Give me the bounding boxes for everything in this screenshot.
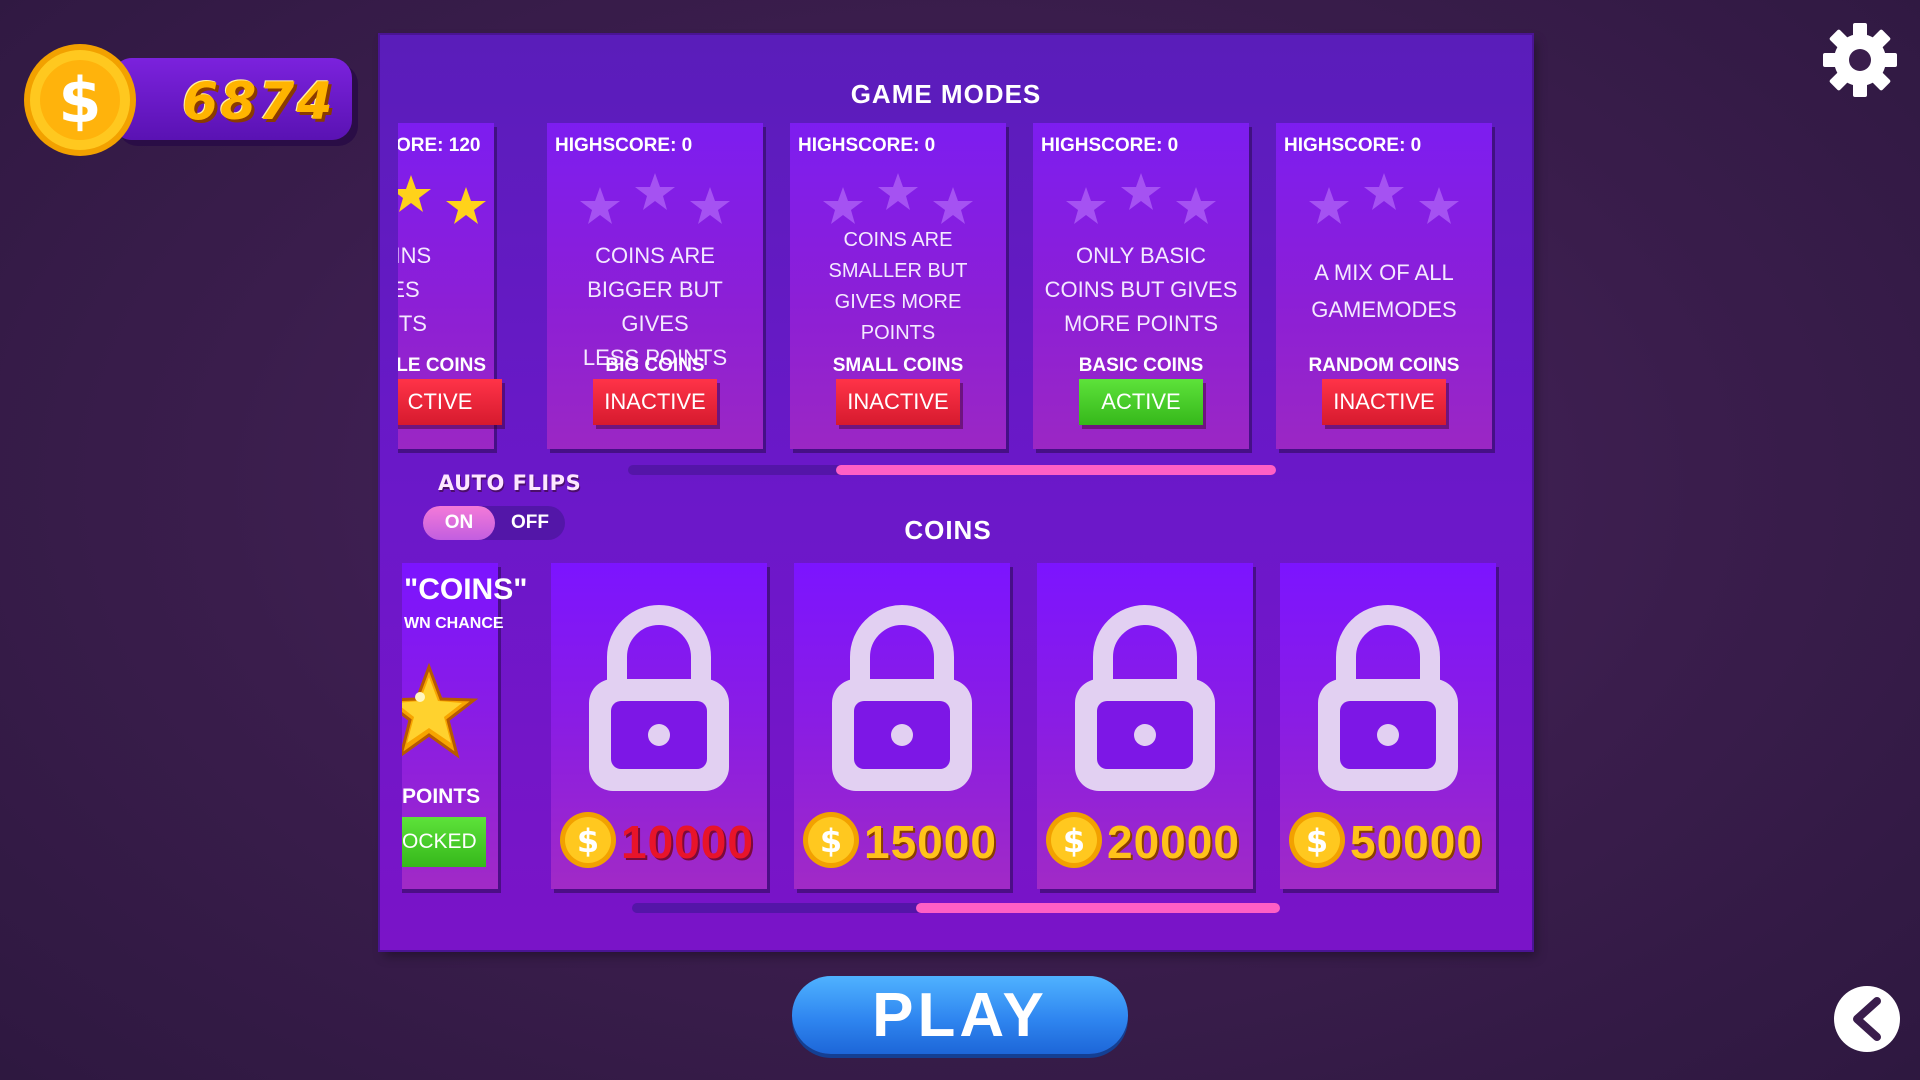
star-icon <box>635 173 675 210</box>
highscore-label: ORE: 120 <box>398 135 481 156</box>
mode-card-random-coins: HIGHSCORE: 0 A MIX OF ALL GAMEMODES RAND… <box>1276 123 1492 449</box>
balance-amount: 6874 <box>182 72 335 132</box>
coins-carousel[interactable]: "COINS" WN CHANCE POINTS OCKED $ 10000 $… <box>402 563 1522 899</box>
dollar-coin-icon: $ <box>24 44 136 156</box>
mode-name: LE COINS <box>398 355 486 376</box>
mode-description: COINS ARE SMALLER BUT GIVES MORE POINTS <box>828 229 968 344</box>
mode-toggle-button[interactable]: INACTIVE <box>593 379 717 425</box>
play-button[interactable]: PLAY <box>792 976 1128 1054</box>
star-rating <box>398 175 486 224</box>
coin-card-locked[interactable]: $ 10000 <box>551 563 767 889</box>
mode-description: ONLY BASIC COINS BUT GIVES MORE POINTS <box>1044 243 1238 336</box>
gear-icon[interactable] <box>1822 22 1898 98</box>
chevron-left-icon <box>1853 997 1881 1041</box>
mode-card-big-coins: HIGHSCORE: 0 COINS ARE BIGGER BUT GIVES … <box>547 123 763 449</box>
mode-name: SMALL COINS <box>832 355 964 376</box>
mode-toggle-button[interactable]: ACTIVE <box>1079 379 1203 425</box>
coins-title: COINS <box>904 515 992 545</box>
star-icon <box>1121 173 1161 210</box>
toggle-on-option[interactable]: ON <box>423 506 495 540</box>
mode-card-multiple-coins: ORE: 120 X COINS GIVES POINTS LE COINS C… <box>398 123 502 449</box>
star-rating <box>1309 173 1459 224</box>
star-icon <box>933 187 973 224</box>
unlocked-button[interactable]: OCKED <box>402 817 486 867</box>
unlock-price: 10000 <box>621 816 754 868</box>
coins-scrollbar[interactable] <box>632 903 1280 913</box>
svg-text:$: $ <box>820 822 842 860</box>
mode-toggle-button[interactable]: CTIVE <box>398 379 502 425</box>
star-rating <box>1066 173 1216 224</box>
unlock-price: 15000 <box>864 816 997 868</box>
coin-card-points: POINTS <box>402 785 481 808</box>
game-modes-title: GAME MODES <box>850 79 1042 109</box>
game-modes-scrollbar[interactable] <box>628 465 1276 475</box>
svg-text:$: $ <box>577 822 599 860</box>
mode-card-small-coins: HIGHSCORE: 0 COINS ARE SMALLER BUT GIVES… <box>790 123 1006 449</box>
dollar-coin-icon: $ <box>1289 812 1345 868</box>
dollar-coin-icon: $ <box>560 812 616 868</box>
star-rating <box>580 173 730 224</box>
auto-flips-toggle[interactable]: ON OFF <box>423 506 565 540</box>
coin-balance: $ 6874 <box>22 42 352 160</box>
mode-name: BASIC COINS <box>1078 355 1204 376</box>
mode-name: RANDOM COINS <box>1308 355 1460 376</box>
highscore-label: HIGHSCORE: 0 <box>555 135 693 156</box>
mode-description: X COINS GIVES POINTS <box>398 243 432 336</box>
svg-text:$: $ <box>1306 822 1328 860</box>
highscore-label: HIGHSCORE: 0 <box>1284 135 1422 156</box>
lock-icon <box>1075 605 1215 791</box>
star-icon <box>690 187 730 224</box>
highscore-label: HIGHSCORE: 0 <box>1041 135 1179 156</box>
unlock-price: 20000 <box>1107 816 1240 868</box>
mode-card-basic-coins: HIGHSCORE: 0 ONLY BASIC COINS BUT GIVES … <box>1033 123 1249 449</box>
coin-card-locked[interactable]: $ 20000 <box>1037 563 1253 889</box>
svg-text:$: $ <box>58 64 101 137</box>
scrollbar-thumb[interactable] <box>836 465 1276 475</box>
coin-card-subtitle: WN CHANCE <box>404 615 504 632</box>
toggle-off-option[interactable]: OFF <box>495 506 565 540</box>
star-icon <box>446 187 486 224</box>
auto-flips-label: AUTO FLIPS <box>438 471 582 495</box>
game-modes-carousel[interactable]: ORE: 120 X COINS GIVES POINTS LE COINS C… <box>398 123 1518 459</box>
star-icon <box>1309 187 1349 224</box>
star-icon <box>580 187 620 224</box>
coin-card-unlocked[interactable]: "COINS" WN CHANCE POINTS OCKED <box>402 563 527 889</box>
star-icon <box>823 187 863 224</box>
coin-card-locked[interactable]: $ 15000 <box>794 563 1010 889</box>
lock-icon <box>1318 605 1458 791</box>
mode-name: BIG COINS <box>605 355 705 376</box>
coin-card-locked[interactable]: $ 50000 <box>1280 563 1496 889</box>
star-icon <box>402 663 479 759</box>
star-icon <box>398 175 431 212</box>
dollar-coin-icon: $ <box>803 812 859 868</box>
star-icon <box>878 173 918 210</box>
star-rating <box>823 173 973 224</box>
star-icon <box>1419 187 1459 224</box>
dollar-coin-icon: $ <box>1046 812 1102 868</box>
scrollbar-thumb[interactable] <box>916 903 1280 913</box>
svg-text:$: $ <box>1063 822 1085 860</box>
mode-toggle-button[interactable]: INACTIVE <box>1322 379 1446 425</box>
mode-description: A MIX OF ALL GAMEMODES <box>1311 260 1457 322</box>
lock-icon <box>832 605 972 791</box>
lock-icon <box>589 605 729 791</box>
unlock-price: 50000 <box>1350 816 1483 868</box>
star-icon <box>1364 173 1404 210</box>
back-button[interactable] <box>1834 986 1900 1052</box>
star-icon <box>1176 187 1216 224</box>
mode-toggle-button[interactable]: INACTIVE <box>836 379 960 425</box>
highscore-label: HIGHSCORE: 0 <box>798 135 936 156</box>
star-icon <box>1066 187 1106 224</box>
coin-card-title: "COINS" <box>404 573 528 606</box>
